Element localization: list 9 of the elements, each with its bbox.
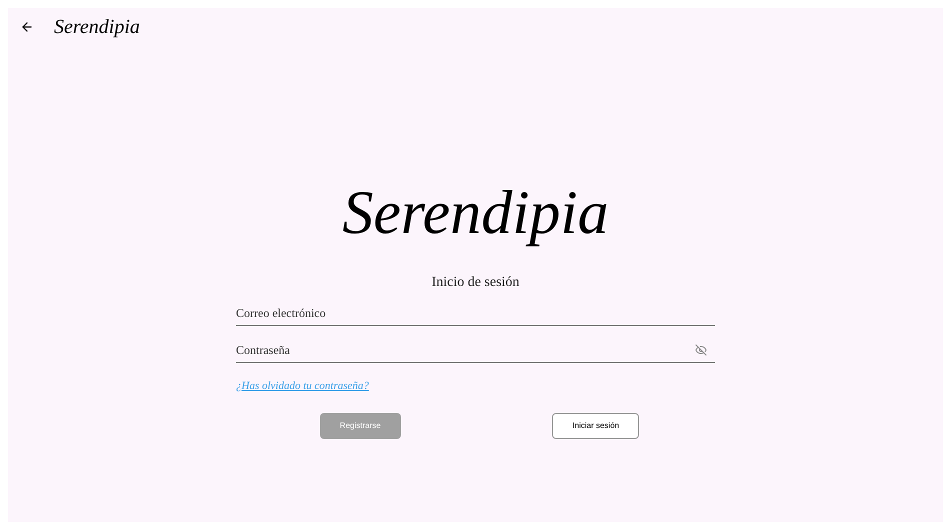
page-title: Inicio de sesión	[432, 274, 520, 292]
login-button[interactable]: Iniciar sesión	[552, 413, 640, 439]
hide-password-icon[interactable]	[695, 344, 707, 356]
logo: Serendipia	[342, 182, 609, 244]
email-field[interactable]: Correo electrónico	[236, 302, 715, 326]
password-field[interactable]: Contraseña	[236, 339, 715, 363]
back-icon	[20, 20, 34, 34]
forgot-password-link[interactable]: ¿Has olvidado tu contraseña?	[236, 380, 369, 392]
header-logo: Serendipia	[54, 15, 140, 40]
